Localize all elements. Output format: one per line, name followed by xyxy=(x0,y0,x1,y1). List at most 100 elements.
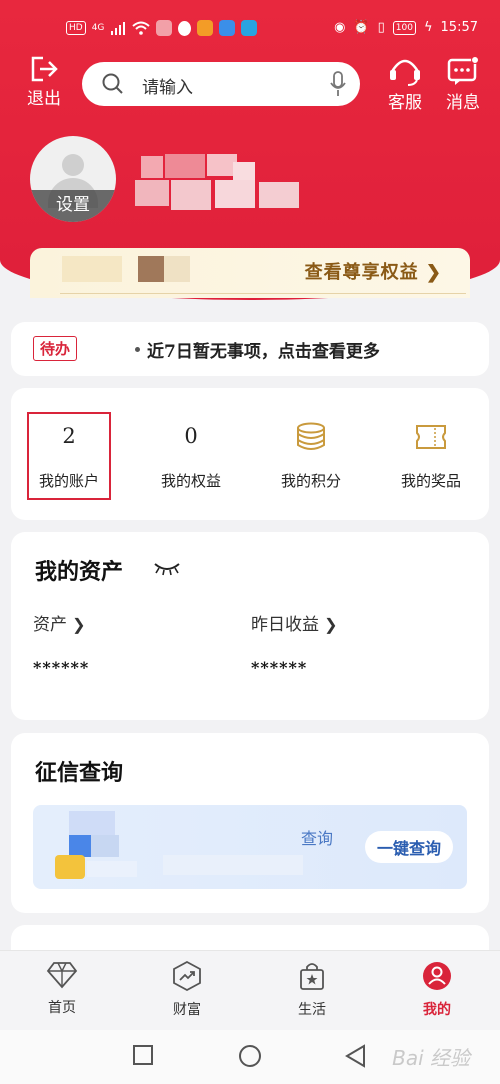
eye-icon: ◉ xyxy=(334,20,346,35)
settings-button[interactable]: 设置 xyxy=(30,190,116,222)
bullet-dot xyxy=(135,347,140,352)
todo-tag: 待办 xyxy=(33,336,78,361)
my-points-label: 我的积分 xyxy=(280,472,341,490)
app-blue-icon xyxy=(219,20,236,36)
banner-graphic xyxy=(69,811,115,835)
vibrate-icon: ▯ xyxy=(377,20,385,35)
tab-life[interactable]: 生活 xyxy=(272,961,352,1019)
top-bar: 退出 请输入 客服 消息 xyxy=(0,56,500,113)
exit-button[interactable]: 退出 xyxy=(24,56,64,109)
banner-graphic-blue xyxy=(69,835,91,857)
exit-icon xyxy=(31,56,58,82)
my-assets-title: 我的资产 xyxy=(35,559,124,585)
credit-inquiry-title: 征信查询 xyxy=(35,760,124,786)
chevron-right-icon: ❯ xyxy=(324,615,338,634)
view-benefits-link[interactable]: 查看尊享权益 ❯ xyxy=(305,258,442,284)
back-button[interactable] xyxy=(344,1044,366,1068)
clock-time: 15:57 xyxy=(440,20,478,35)
tab-mine-label: 我的 xyxy=(423,1002,451,1018)
network-badge: 4G xyxy=(91,23,105,33)
banner-text: 查询 xyxy=(301,829,334,848)
my-accounts-count: 2 xyxy=(62,424,76,448)
asset-value: ****** xyxy=(33,658,90,677)
blurred-username xyxy=(135,150,305,212)
quick-links-card: 2 我的账户 0 我的权益 我的积分 我的奖品 xyxy=(11,388,489,520)
vip-benefits-bar[interactable]: 查看尊享权益 ❯ xyxy=(30,248,470,298)
my-accounts-item[interactable]: 2 我的账户 xyxy=(27,412,111,500)
messages-label: 消息 xyxy=(446,93,480,113)
messages-button[interactable]: 消息 xyxy=(438,56,488,113)
vip-divider xyxy=(60,293,466,294)
search-icon xyxy=(102,73,123,94)
view-benefits-label: 查看尊享权益 xyxy=(304,262,419,283)
asset-label: 资产 xyxy=(33,615,67,635)
alarm-icon: ⏰ xyxy=(353,20,370,35)
tab-wealth[interactable]: 财富 xyxy=(147,961,227,1019)
my-benefits-label: 我的权益 xyxy=(160,472,221,490)
exit-label: 退出 xyxy=(27,89,61,109)
credit-inquiry-banner[interactable]: 查询 一键查询 xyxy=(33,805,467,889)
blurred-vip-level-2 xyxy=(164,256,190,282)
search-placeholder: 请输入 xyxy=(142,78,193,98)
app-orange-icon xyxy=(197,20,214,36)
credit-inquiry-card: 征信查询 查询 一键查询 xyxy=(11,733,489,913)
app-notification-icon xyxy=(156,20,173,36)
customer-service-label: 客服 xyxy=(388,93,422,113)
user-icon xyxy=(423,962,451,990)
yesterday-earnings-label: 昨日收益 xyxy=(251,615,319,635)
message-icon xyxy=(447,56,479,85)
blurred-vip-level xyxy=(138,256,164,282)
one-click-inquiry-button[interactable]: 一键查询 xyxy=(364,831,453,863)
avatar-head-shape xyxy=(62,154,84,176)
my-prizes-label: 我的奖品 xyxy=(400,472,461,490)
headset-icon xyxy=(390,59,420,86)
my-prizes-item[interactable]: 我的奖品 xyxy=(381,414,481,518)
customer-service-button[interactable]: 客服 xyxy=(380,56,430,113)
wealth-chart-icon xyxy=(173,961,201,991)
yesterday-earnings-link[interactable]: 昨日收益 ❯ xyxy=(251,610,338,635)
chevron-right-icon: ❯ xyxy=(425,262,442,283)
hd-badge: HD xyxy=(66,21,86,35)
my-benefits-item[interactable]: 0 我的权益 xyxy=(141,414,241,518)
yesterday-earnings-value: ****** xyxy=(251,658,308,677)
blurred-vip-badge xyxy=(62,256,122,282)
tab-home[interactable]: 首页 xyxy=(22,961,102,1017)
battery-level: 100 xyxy=(392,20,416,35)
banner-graphic-pale xyxy=(87,861,137,877)
todo-card[interactable]: 待办 近7日暂无事项，点击查看更多 xyxy=(11,322,489,376)
eye-closed-icon[interactable] xyxy=(153,560,181,576)
coin-stack-graphic xyxy=(55,855,85,879)
tab-wealth-label: 财富 xyxy=(173,1002,201,1018)
my-accounts-label: 我的账户 xyxy=(38,472,99,490)
blurred-banner-text xyxy=(163,855,303,875)
system-navigation-bar: Bai 经验 xyxy=(0,1030,500,1084)
tab-home-label: 首页 xyxy=(48,1000,76,1016)
recent-apps-button[interactable] xyxy=(132,1044,154,1066)
watermark: Bai 经验 xyxy=(392,1046,470,1070)
my-benefits-count: 0 xyxy=(184,424,198,448)
charging-icon: ϟ xyxy=(423,20,433,35)
todo-text: 近7日暂无事项，点击查看更多 xyxy=(147,342,380,362)
app-search-icon xyxy=(241,20,258,36)
signal-icon xyxy=(111,21,126,35)
avatar[interactable]: 设置 xyxy=(30,136,116,222)
status-right: ◉ ⏰ ▯ 100 ϟ 15:57 xyxy=(334,20,478,35)
search-input[interactable]: 请输入 xyxy=(82,62,360,106)
bottom-tab-bar: 首页 财富 生活 我的 xyxy=(0,950,500,1030)
my-assets-card: 我的资产 资产 ❯ ****** 昨日收益 ❯ ****** xyxy=(11,532,489,720)
home-button[interactable] xyxy=(238,1044,262,1068)
status-bar: HD 4G ◉ ⏰ ▯ 100 ϟ 15:57 xyxy=(0,0,500,44)
qq-icon xyxy=(178,20,192,36)
ticket-icon xyxy=(416,425,446,449)
diamond-icon xyxy=(46,962,78,989)
tab-life-label: 生活 xyxy=(298,1002,326,1018)
coins-icon xyxy=(297,422,325,450)
microphone-icon[interactable] xyxy=(330,71,346,97)
shopping-bag-icon xyxy=(300,963,324,990)
my-points-item[interactable]: 我的积分 xyxy=(261,414,361,518)
wifi-icon xyxy=(132,21,151,35)
status-left: HD 4G xyxy=(66,20,258,36)
chevron-right-icon: ❯ xyxy=(72,615,86,634)
asset-link[interactable]: 资产 ❯ xyxy=(33,610,86,635)
tab-mine[interactable]: 我的 xyxy=(397,961,477,1019)
